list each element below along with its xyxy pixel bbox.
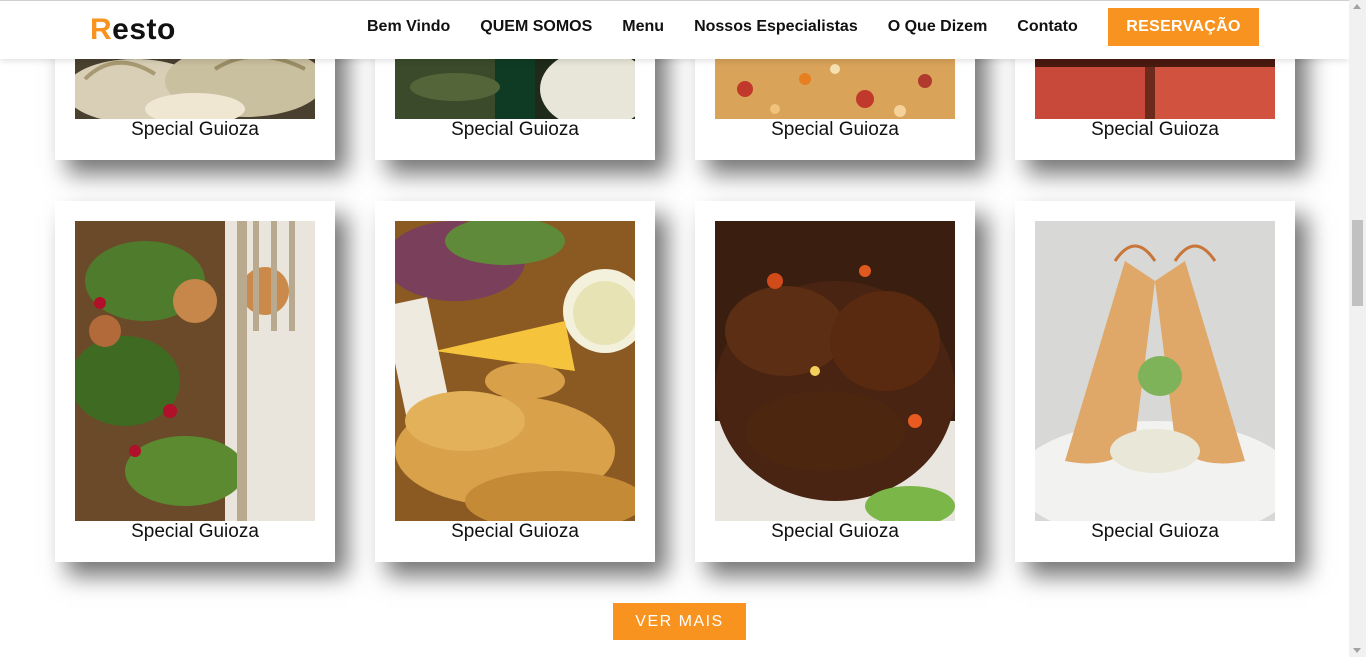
nav-link-bem-vindo[interactable]: Bem Vindo <box>367 17 450 37</box>
logo-accent-letter: R <box>90 13 113 46</box>
menu-card-caption: Special Guioza <box>131 119 259 140</box>
menu-card-caption: Special Guioza <box>131 521 259 542</box>
top-navbar: Resto Bem Vindo QUEM SOMOS Menu Nossos E… <box>0 0 1349 59</box>
nav-links: Bem Vindo QUEM SOMOS Menu Nossos Especia… <box>367 17 1108 37</box>
nav-link-quem-somos[interactable]: QUEM SOMOS <box>480 17 592 37</box>
salad-photo <box>75 221 315 521</box>
scroll-up-arrow-icon[interactable] <box>1353 4 1361 9</box>
logo-text: esto <box>112 13 176 46</box>
page-scrollbar[interactable] <box>1349 0 1366 657</box>
nav-link-menu[interactable]: Menu <box>622 17 664 37</box>
menu-card-caption: Special Guioza <box>1091 521 1219 542</box>
page-viewport: Special Guioza Special Guioza Special Gu… <box>0 0 1349 657</box>
menu-card-caption: Special Guioza <box>451 119 579 140</box>
nav-link-contato[interactable]: Contato <box>1017 17 1077 37</box>
menu-card-caption: Special Guioza <box>771 119 899 140</box>
shrimp-photo <box>1035 221 1275 521</box>
menu-card[interactable]: Special Guioza <box>695 201 975 562</box>
menu-card[interactable]: Special Guioza <box>1015 201 1295 562</box>
menu-card-caption: Special Guioza <box>1091 119 1219 140</box>
grilled-meat-photo <box>715 221 955 521</box>
scroll-thumb[interactable] <box>1352 220 1363 306</box>
menu-card[interactable]: Special Guioza <box>55 201 335 562</box>
menu-card[interactable]: Special Guioza <box>375 201 655 562</box>
menu-card-caption: Special Guioza <box>771 521 899 542</box>
logo[interactable]: Resto <box>90 13 176 47</box>
reservation-button[interactable]: RESERVAÇÃO <box>1108 8 1259 46</box>
see-more-button[interactable]: VER MAIS <box>613 603 746 640</box>
nav-link-o-que-dizem[interactable]: O Que Dizem <box>888 17 988 37</box>
fried-fish-photo <box>395 221 635 521</box>
scroll-down-arrow-icon[interactable] <box>1353 648 1361 653</box>
nav-link-especialistas[interactable]: Nossos Especialistas <box>694 17 858 37</box>
menu-card-caption: Special Guioza <box>451 521 579 542</box>
